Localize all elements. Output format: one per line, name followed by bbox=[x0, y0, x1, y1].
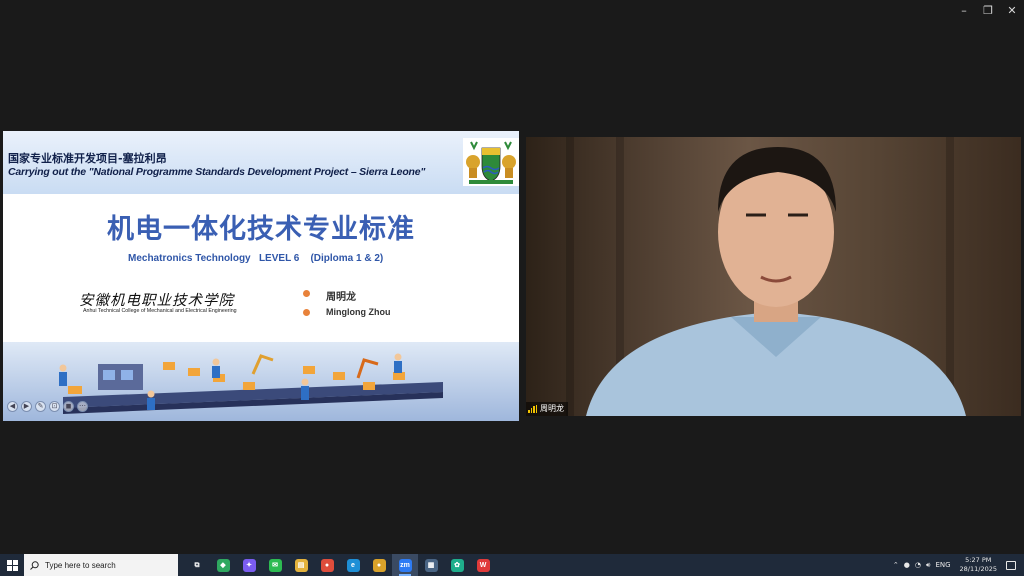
restore-button[interactable]: ❐ bbox=[976, 3, 1000, 19]
college-logo-en: Anhui Technical College of Mechanical an… bbox=[83, 308, 237, 314]
edge-icon: e bbox=[346, 558, 360, 572]
edge-taskbar-icon[interactable]: e bbox=[340, 554, 366, 576]
calculator-taskbar-icon[interactable]: ▦ bbox=[418, 554, 444, 576]
slide-toolbar: ◀ ▶ ✎ ⊡ ◼ ⋯ bbox=[7, 401, 88, 412]
clock-time: 5:27 PM bbox=[965, 556, 992, 564]
slide-header-en: Carrying out the "National Programme Sta… bbox=[8, 166, 426, 178]
file-explorer-taskbar-icon[interactable]: ▤ bbox=[288, 554, 314, 576]
chevron-up-icon[interactable]: ⌃ bbox=[893, 561, 899, 569]
chrome-2-taskbar-icon[interactable]: ● bbox=[366, 554, 392, 576]
system-tray: ⌃ ● ◔ 🔊︎ ENG 5:27 PM 28/11/2025 bbox=[893, 554, 1024, 576]
calculator-icon: ▦ bbox=[424, 558, 438, 572]
app-teal-taskbar-icon[interactable]: ✿ bbox=[444, 554, 470, 576]
taskbar-search-box[interactable]: Type here to search bbox=[24, 554, 178, 576]
chrome-icon: ● bbox=[320, 558, 334, 572]
search-icon bbox=[30, 560, 39, 570]
task-view-taskbar-icon[interactable]: ⧉ bbox=[184, 554, 210, 576]
copilot-taskbar-icon[interactable]: ✦ bbox=[236, 554, 262, 576]
participant-name-label: 周明龙 bbox=[526, 402, 568, 416]
wechat-taskbar-icon[interactable]: ✉ bbox=[262, 554, 288, 576]
zoom-icon: zm bbox=[398, 558, 412, 572]
college-logo-cn: 安徽机电职业技术学院 bbox=[79, 293, 234, 309]
minimize-button[interactable]: – bbox=[952, 3, 976, 19]
copilot-icon: ✦ bbox=[242, 558, 256, 572]
author-name-en: Minglong Zhou bbox=[326, 307, 391, 317]
pinned-apps: ⧉ ◆ ✦ ✉ ▤ ● e ● zm ▦ ✿ W bbox=[184, 554, 496, 576]
signal-strength-icon bbox=[528, 405, 537, 413]
slide-header: 国家专业标准开发项目-塞拉利昂 Carrying out the "Nation… bbox=[3, 131, 519, 194]
start-button[interactable] bbox=[0, 554, 24, 576]
app-window: – ❐ ✕ 国家专业标准开发项目-塞拉利昂 Carrying out the "… bbox=[0, 0, 1024, 554]
network-icon[interactable]: ◔ bbox=[915, 561, 921, 569]
task-view-icon: ⧉ bbox=[190, 558, 204, 572]
search-placeholder: Type here to search bbox=[45, 560, 116, 570]
next-slide-icon[interactable]: ▶ bbox=[21, 401, 32, 412]
app-green-taskbar-icon[interactable]: ◆ bbox=[210, 554, 236, 576]
microphone-icon[interactable]: ● bbox=[904, 561, 910, 569]
slide-title: 机电一体化技术专业标准 bbox=[107, 214, 415, 245]
app-teal-icon: ✿ bbox=[450, 558, 464, 572]
wps-taskbar-icon[interactable]: W bbox=[470, 554, 496, 576]
more-icon[interactable]: ⋯ bbox=[77, 401, 88, 412]
person-silhouette bbox=[586, 147, 966, 416]
screen-icon[interactable]: ◼ bbox=[63, 401, 74, 412]
file-explorer-icon: ▤ bbox=[294, 558, 308, 572]
app-green-icon: ◆ bbox=[216, 558, 230, 572]
chrome-2-icon: ● bbox=[372, 558, 386, 572]
shared-slide[interactable]: 国家专业标准开发项目-塞拉利昂 Carrying out the "Nation… bbox=[3, 131, 519, 421]
wechat-icon: ✉ bbox=[268, 558, 282, 572]
author-name-cn: 周明龙 bbox=[326, 292, 356, 303]
bullet-dot bbox=[303, 309, 310, 316]
chrome-taskbar-icon[interactable]: ● bbox=[314, 554, 340, 576]
participant-name: 周明龙 bbox=[540, 404, 564, 413]
zoom-icon[interactable]: ⊡ bbox=[49, 401, 60, 412]
participant-video[interactable]: 周明龙 bbox=[526, 137, 1021, 416]
clock-date: 28/11/2025 bbox=[959, 565, 997, 573]
notification-icon[interactable] bbox=[1006, 560, 1016, 570]
wps-icon: W bbox=[476, 558, 490, 572]
coat-of-arms-icon bbox=[463, 138, 519, 186]
clock[interactable]: 5:27 PM 28/11/2025 bbox=[960, 556, 997, 574]
zoom-taskbar-icon[interactable]: zm bbox=[392, 554, 418, 576]
prev-slide-icon[interactable]: ◀ bbox=[7, 401, 18, 412]
bullet-dot bbox=[303, 290, 310, 297]
taskbar: Type here to search ⧉ ◆ ✦ ✉ ▤ ● e ● zm ▦ ✿ W ⌃ ● ◔ … bbox=[0, 554, 1024, 576]
close-button[interactable]: ✕ bbox=[1000, 3, 1024, 19]
window-controls: – ❐ ✕ bbox=[952, 3, 1024, 19]
volume-icon[interactable]: 🔊︎ bbox=[926, 561, 930, 570]
slide-subtitle: Mechatronics Technology LEVEL 6 (Diploma… bbox=[128, 253, 384, 264]
language-indicator[interactable]: ENG bbox=[935, 561, 950, 569]
slide-header-cn: 国家专业标准开发项目-塞拉利昂 bbox=[8, 152, 167, 165]
pen-icon[interactable]: ✎ bbox=[35, 401, 46, 412]
windows-logo-icon bbox=[6, 559, 18, 571]
